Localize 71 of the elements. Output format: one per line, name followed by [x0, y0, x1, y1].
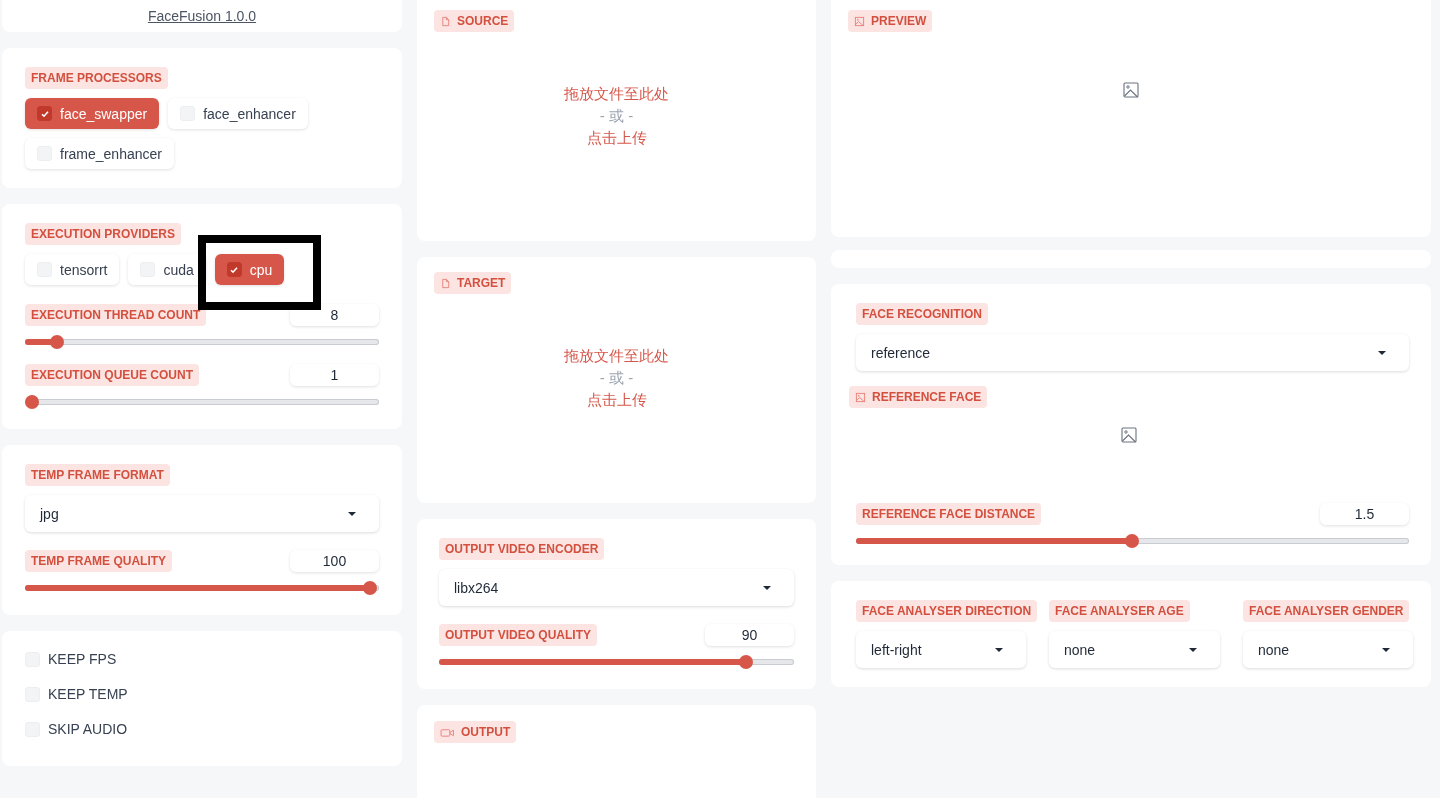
section-label: TEMP FRAME FORMAT: [25, 464, 170, 486]
caret-icon: [994, 646, 1004, 653]
drop-hint: 拖放文件至此处: [564, 347, 669, 366]
checkbox-option[interactable]: face_swapper: [25, 98, 160, 129]
section-label: OUTPUT VIDEO ENCODER: [439, 538, 605, 560]
drop-hint: 拖放文件至此处: [564, 85, 669, 104]
number-field[interactable]: 100: [290, 550, 379, 572]
app-title-link[interactable]: FaceFusion 1.0.0: [147, 8, 257, 24]
caret-icon: [1377, 349, 1387, 356]
slider-thumb[interactable]: [50, 335, 65, 349]
slider[interactable]: [25, 394, 379, 410]
section-label-text: OUTPUT: [461, 725, 511, 739]
image-placeholder-icon: [1123, 82, 1139, 98]
slider-thumb[interactable]: [25, 395, 39, 409]
section-label: FACE ANALYSER DIRECTION: [856, 600, 1038, 622]
section-label: EXECUTION THREAD COUNT: [25, 304, 207, 326]
dropdown[interactable]: none: [1243, 631, 1413, 668]
caret-icon: [1381, 646, 1391, 653]
caret-icon: [762, 584, 772, 591]
dropdown[interactable]: left-right: [856, 631, 1026, 668]
slider[interactable]: [25, 334, 379, 350]
dropdown[interactable]: jpg: [25, 495, 379, 532]
checkbox-option[interactable]: tensorrt: [25, 254, 120, 285]
slider-thumb[interactable]: [363, 581, 377, 595]
section-label: EXECUTION QUEUE COUNT: [25, 364, 199, 386]
checkbox[interactable]: [37, 106, 52, 121]
file-icon: [440, 15, 451, 27]
section-label: EXECUTION PROVIDERS: [25, 223, 182, 245]
upload-link[interactable]: 点击上传: [586, 129, 647, 148]
image-placeholder-icon: [1121, 427, 1137, 443]
checkbox-option[interactable]: KEEP TEMP: [25, 686, 128, 702]
section-label: REFERENCE FACE DISTANCE: [856, 503, 1042, 525]
or-text: - 或 -: [599, 107, 634, 126]
slider-thumb[interactable]: [739, 655, 753, 669]
dropdown[interactable]: reference: [856, 334, 1409, 371]
file-icon: [440, 277, 451, 289]
checkbox-option[interactable]: KEEP FPS: [25, 651, 117, 667]
number-field[interactable]: 1.5: [1320, 503, 1409, 525]
video-camera-icon: [440, 726, 455, 738]
number-field[interactable]: 8: [290, 304, 379, 326]
image-icon: [855, 391, 866, 403]
section-label: FACE ANALYSER GENDER: [1243, 600, 1410, 622]
section-label: OUTPUT VIDEO QUALITY: [439, 624, 597, 646]
upload-link[interactable]: 点击上传: [586, 391, 647, 410]
checkbox-option[interactable]: SKIP AUDIO: [25, 721, 128, 737]
dropdown[interactable]: none: [1049, 631, 1220, 668]
checkbox-option[interactable]: cpu: [214, 254, 285, 285]
section-label-text: PREVIEW: [871, 14, 927, 28]
checkbox-option[interactable]: face_enhancer: [168, 98, 308, 129]
slider[interactable]: [25, 580, 379, 596]
checkbox-option[interactable]: frame_enhancer: [25, 138, 174, 169]
slider[interactable]: [856, 533, 1409, 549]
check-icon: [229, 264, 240, 275]
section-label: TEMP FRAME QUALITY: [25, 550, 173, 572]
section-label-text: REFERENCE FACE: [872, 390, 982, 404]
section-label: FACE ANALYSER AGE: [1049, 600, 1190, 622]
checkbox[interactable]: [226, 262, 242, 277]
slider[interactable]: [439, 654, 794, 670]
number-field[interactable]: 90: [705, 624, 794, 646]
check-icon: [39, 108, 50, 119]
section-label-text: TARGET: [457, 276, 506, 290]
slider-thumb[interactable]: [1124, 534, 1139, 548]
caret-icon: [1188, 646, 1198, 653]
caret-icon: [347, 510, 357, 517]
dropdown[interactable]: libx264: [439, 569, 794, 606]
section-label: FRAME PROCESSORS: [25, 67, 168, 89]
section-label: FACE RECOGNITION: [856, 303, 988, 325]
or-text: - 或 -: [599, 369, 634, 388]
image-icon: [854, 15, 865, 27]
section-label-text: SOURCE: [457, 14, 509, 28]
number-field[interactable]: 1: [290, 364, 379, 386]
